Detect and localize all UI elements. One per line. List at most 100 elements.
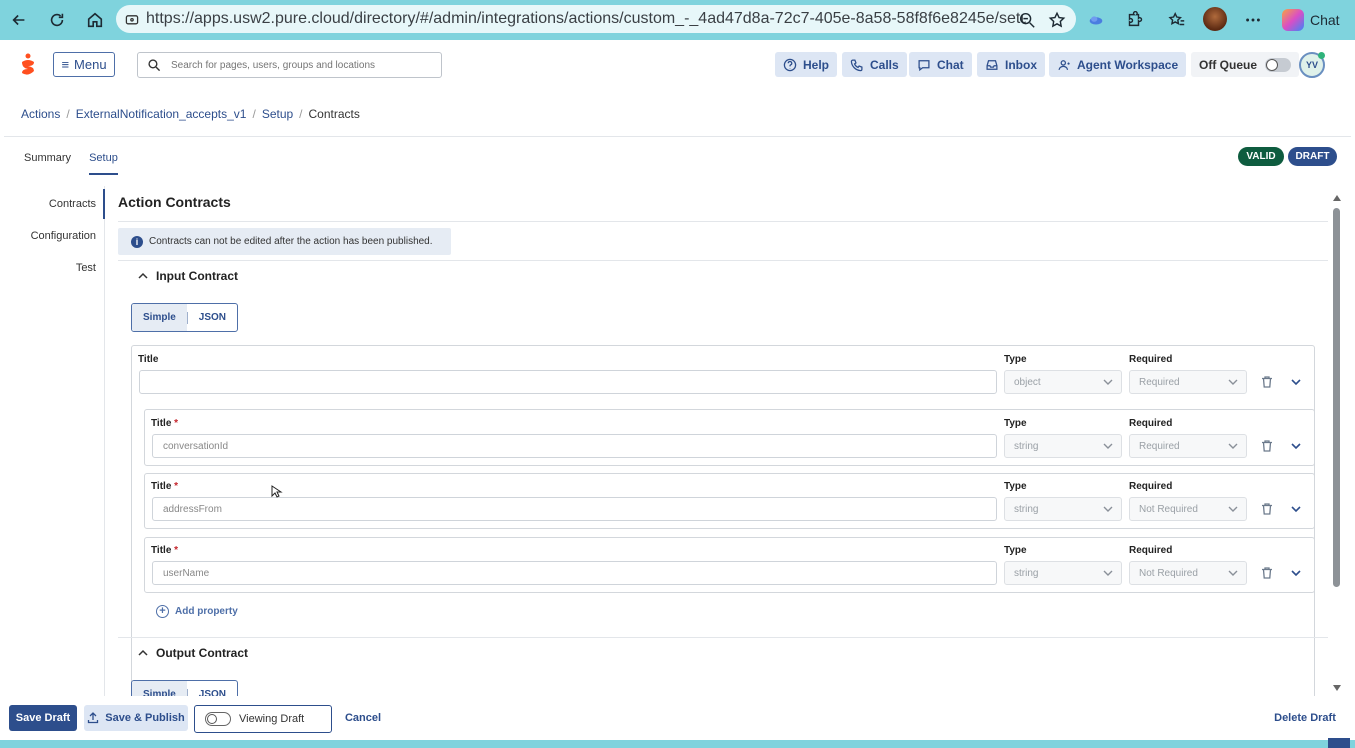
favorites-list-icon[interactable]: [1164, 7, 1190, 33]
sidenav-item-test[interactable]: Test: [76, 262, 96, 274]
extension-cloud-icon[interactable]: [1083, 7, 1109, 33]
expand-chevron-icon[interactable]: [1289, 566, 1303, 580]
presence-dot: [1318, 52, 1325, 59]
add-property-label: Add property: [175, 606, 238, 617]
chat-button[interactable]: Chat: [909, 52, 972, 77]
breadcrumb-current: Contracts: [308, 107, 360, 121]
property-title-input[interactable]: [152, 497, 997, 521]
expand-chevron-icon[interactable]: [1289, 502, 1303, 516]
menu-button[interactable]: ≡ Menu: [53, 52, 115, 77]
input-contract-header[interactable]: Input Contract: [138, 269, 238, 283]
cancel-button[interactable]: Cancel: [338, 705, 388, 731]
expand-chevron-icon[interactable]: [1289, 375, 1303, 389]
save-publish-button[interactable]: Save & Publish: [84, 705, 188, 731]
root-type-select[interactable]: object: [1004, 370, 1122, 394]
title-label-text: Title: [151, 545, 172, 556]
required-label: Required: [1129, 354, 1173, 365]
global-search: [137, 52, 442, 78]
queue-switch[interactable]: [1265, 57, 1292, 72]
output-contract-header[interactable]: Output Contract: [138, 646, 248, 660]
property-required-select[interactable]: Required: [1129, 434, 1247, 458]
info-banner: i Contracts can not be edited after the …: [118, 228, 451, 255]
refresh-icon[interactable]: [44, 7, 70, 33]
property-required-select[interactable]: Not Required: [1129, 561, 1247, 585]
json-view-option[interactable]: JSON: [188, 304, 237, 331]
property-row: Title * Type string Required Not Require…: [144, 473, 1315, 529]
property-type-select[interactable]: string: [1004, 434, 1122, 458]
breadcrumb-action-name[interactable]: ExternalNotification_accepts_v1: [76, 107, 247, 121]
delete-draft-button[interactable]: Delete Draft: [1269, 705, 1341, 731]
home-icon[interactable]: [82, 7, 108, 33]
draft-status-badge: DRAFT: [1288, 147, 1337, 166]
chat-bubble-icon: [918, 59, 930, 71]
property-title-input[interactable]: [152, 434, 997, 458]
root-title-input[interactable]: [139, 370, 997, 394]
calls-button[interactable]: Calls: [842, 52, 907, 77]
back-icon[interactable]: [6, 7, 32, 33]
browser-bottom-edge: [0, 740, 1355, 748]
agent-workspace-button[interactable]: Agent Workspace: [1049, 52, 1187, 77]
expand-chevron-icon[interactable]: [1289, 439, 1303, 453]
scrollbar-thumb[interactable]: [1333, 208, 1340, 587]
save-draft-button[interactable]: Save Draft: [9, 705, 77, 731]
required-label: Required: [1129, 545, 1173, 556]
vertical-scrollbar[interactable]: [1332, 195, 1342, 692]
extensions-puzzle-icon[interactable]: [1121, 7, 1147, 33]
help-button[interactable]: Help: [775, 52, 838, 77]
property-type-select[interactable]: string: [1004, 561, 1122, 585]
help-icon: [783, 58, 797, 71]
copilot-icon: [1282, 9, 1304, 31]
url-text: https://apps.usw2.pure.cloud/directory/#…: [146, 10, 1026, 27]
json-view-option[interactable]: JSON: [188, 681, 237, 696]
property-type-select[interactable]: string: [1004, 497, 1122, 521]
queue-toggle[interactable]: Off Queue: [1191, 52, 1300, 77]
favorite-star-icon[interactable]: [1044, 7, 1070, 33]
upload-icon: [88, 712, 99, 724]
simple-view-option[interactable]: Simple: [132, 681, 187, 696]
viewing-draft-toggle[interactable]: Viewing Draft: [194, 705, 332, 733]
scroll-down-arrow-icon[interactable]: [1333, 685, 1341, 691]
inbox-button[interactable]: Inbox: [977, 52, 1045, 77]
chevron-up-icon: [138, 272, 148, 279]
zoom-icon[interactable]: [1014, 7, 1040, 33]
tab-summary[interactable]: Summary: [24, 152, 71, 175]
property-title-input[interactable]: [152, 561, 997, 585]
tab-setup[interactable]: Setup: [89, 152, 118, 175]
search-input[interactable]: [171, 59, 431, 71]
agent-workspace-label: Agent Workspace: [1077, 57, 1179, 72]
sidenav-item-configuration[interactable]: Configuration: [31, 230, 96, 242]
root-required-select[interactable]: Required: [1129, 370, 1247, 394]
trash-icon[interactable]: [1260, 439, 1274, 453]
user-avatar[interactable]: YV: [1299, 52, 1325, 78]
sidenav-item-contracts[interactable]: Contracts: [49, 198, 96, 210]
scroll-up-arrow-icon[interactable]: [1333, 195, 1341, 201]
chevron-down-icon: [1228, 379, 1238, 385]
more-options-icon[interactable]: [1240, 7, 1266, 33]
divider: [118, 221, 1328, 222]
trash-icon[interactable]: [1260, 502, 1274, 516]
browser-profile-avatar[interactable]: [1203, 7, 1227, 31]
page-tabs: Summary Setup: [24, 152, 118, 175]
genesys-logo-icon: [22, 53, 34, 75]
trash-icon[interactable]: [1260, 375, 1274, 389]
breadcrumb-setup[interactable]: Setup: [262, 107, 293, 121]
address-bar[interactable]: https://apps.usw2.pure.cloud/directory/#…: [116, 5, 1076, 33]
taskbar-indicator: [1328, 738, 1350, 748]
trash-icon[interactable]: [1260, 566, 1274, 580]
chevron-down-icon: [1103, 443, 1113, 449]
simple-view-option[interactable]: Simple: [132, 304, 187, 331]
copilot-chat-button[interactable]: Chat: [1282, 9, 1340, 31]
viewing-draft-label: Viewing Draft: [239, 713, 305, 725]
type-value: string: [1014, 503, 1039, 515]
add-property-button[interactable]: + Add property: [156, 605, 238, 618]
output-contract-label: Output Contract: [156, 646, 248, 660]
property-required-select[interactable]: Not Required: [1129, 497, 1247, 521]
inbox-icon: [986, 59, 998, 70]
app-header: ≡ Menu Help Calls Chat Inbox Agent Works…: [4, 40, 1351, 90]
phone-icon: [850, 58, 863, 71]
breadcrumb-actions[interactable]: Actions: [21, 107, 60, 121]
help-label: Help: [803, 57, 830, 72]
viewing-draft-switch[interactable]: [205, 712, 231, 726]
copilot-chat-label: Chat: [1310, 12, 1340, 28]
valid-status-badge: VALID: [1238, 147, 1284, 166]
